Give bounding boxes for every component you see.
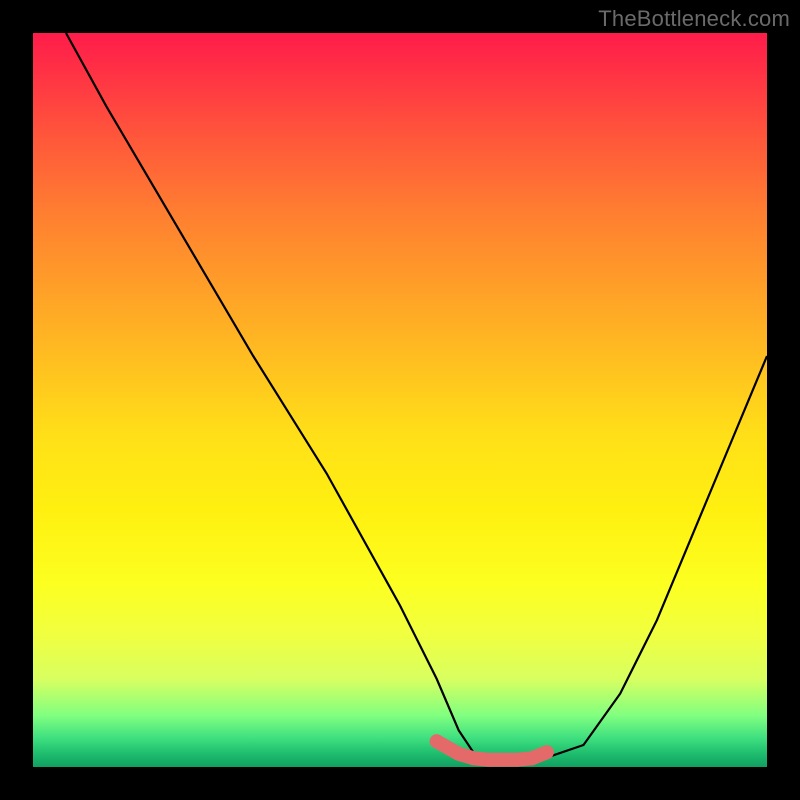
- marker-dot: [481, 753, 495, 767]
- watermark-text: TheBottleneck.com: [598, 6, 790, 32]
- marker-dot: [510, 753, 524, 767]
- marker-dot: [466, 751, 480, 765]
- marker-dot: [430, 734, 444, 748]
- minimum-markers: [430, 734, 554, 766]
- marker-dot: [540, 745, 554, 759]
- chart-plot-area: [33, 33, 767, 767]
- chart-svg: [33, 33, 767, 767]
- bottleneck-curve: [66, 33, 767, 760]
- marker-dot: [452, 747, 466, 761]
- marker-dot: [496, 753, 510, 767]
- marker-dot: [525, 751, 539, 765]
- marker-connector: [437, 741, 547, 759]
